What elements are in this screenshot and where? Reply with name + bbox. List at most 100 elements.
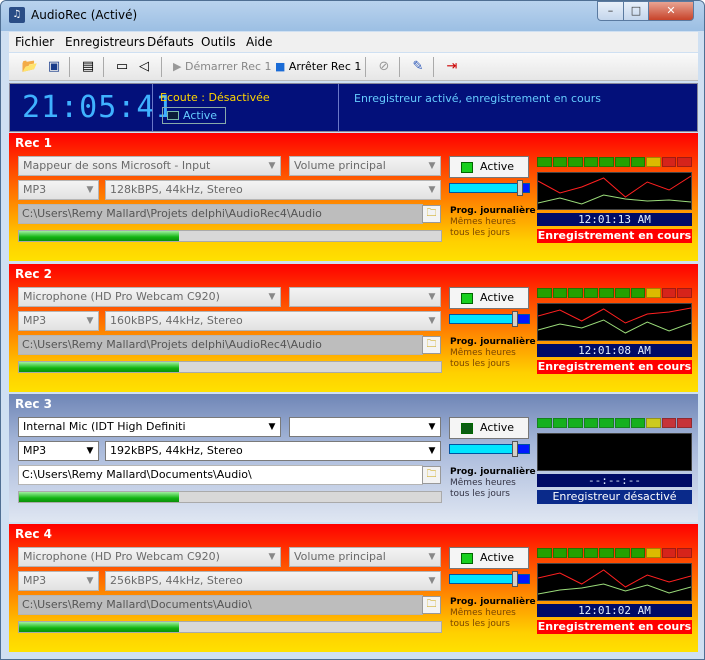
quality-select[interactable]: 128kBPS, 44kHz, Stereo ▼ xyxy=(105,180,441,200)
format-select-value: MP3 xyxy=(23,314,47,327)
menu-aide[interactable]: Aide xyxy=(246,35,273,49)
schedule-line: Mêmes heures xyxy=(450,608,516,618)
vu-segment xyxy=(614,157,630,167)
toolbar-separator xyxy=(161,57,162,77)
status-divider xyxy=(338,84,339,132)
title-bar[interactable]: ♫ AudioRec (Activé) – □ ✕ xyxy=(1,1,704,31)
channel-select[interactable]: Volume principal ▼ xyxy=(289,156,441,176)
display-icon[interactable]: ▭ xyxy=(113,58,131,76)
schedule-line: tous les jours xyxy=(450,619,510,629)
menu-defauts[interactable]: Défauts xyxy=(147,35,194,49)
device-select[interactable]: Microphone (HD Pro Webcam C920) ▼ xyxy=(18,547,281,567)
schedule-info: Prog. journalière Mêmes heures tous les jo… xyxy=(450,206,536,239)
minimize-button[interactable]: – xyxy=(597,1,624,21)
format-select[interactable]: MP3 ▼ xyxy=(18,441,99,461)
format-select[interactable]: MP3 ▼ xyxy=(18,311,99,331)
start-rec-label: Démarrer Rec 1 xyxy=(184,60,272,73)
vu-segment xyxy=(599,288,614,298)
device-select[interactable]: Microphone (HD Pro Webcam C920) ▼ xyxy=(18,287,281,307)
quality-select[interactable]: 256kBPS, 44kHz, Stereo ▼ xyxy=(105,571,441,591)
no-entry-icon[interactable]: ⊘ xyxy=(375,58,393,76)
volume-slider[interactable] xyxy=(449,441,530,457)
schedule-line: tous les jours xyxy=(450,359,510,369)
save-icon[interactable]: ▣ xyxy=(45,58,63,76)
vu-segment xyxy=(630,157,646,167)
window-title: AudioRec (Activé) xyxy=(31,8,138,22)
vu-segment xyxy=(661,288,677,298)
recorder-active-label: Active xyxy=(480,551,515,564)
stop-icon: ■ xyxy=(275,60,286,73)
speaker-icon[interactable]: ◁ xyxy=(135,58,153,76)
stop-rec-button[interactable]: ■ Arrêter Rec 1 xyxy=(275,57,361,77)
recorder-state: Enregistrement en cours xyxy=(537,360,692,374)
chevron-down-icon: ▼ xyxy=(428,422,436,432)
quality-select[interactable]: 160kBPS, 44kHz, Stereo ▼ xyxy=(105,311,441,331)
recorder-active-button[interactable]: Active xyxy=(449,156,529,178)
output-path-field[interactable]: C:\Users\Remy Mallard\Projets delphi\Aud… xyxy=(18,335,423,355)
volume-slider[interactable] xyxy=(449,180,530,196)
channel-select[interactable]: ▼ xyxy=(289,417,441,437)
volume-slider[interactable] xyxy=(449,311,530,327)
maximize-button[interactable]: □ xyxy=(623,1,649,21)
toolbar-separator xyxy=(103,57,104,77)
vu-segment xyxy=(646,157,661,167)
recorder-title: Rec 4 xyxy=(15,527,53,541)
menu-outils[interactable]: Outils xyxy=(201,35,236,49)
channel-select-value: Volume principal xyxy=(294,159,386,172)
listen-active-button[interactable]: Active xyxy=(162,107,226,124)
recorder-panel: Rec 1 Mappeur de sons Microsoft - Input ▼… xyxy=(9,133,698,261)
tools-icon[interactable]: ✎ xyxy=(409,58,427,76)
recorder-active-button[interactable]: Active xyxy=(449,287,529,309)
quality-select[interactable]: 192kBPS, 44kHz, Stereo ▼ xyxy=(105,441,441,461)
start-rec-button[interactable]: ▶ Démarrer Rec 1 xyxy=(173,57,272,77)
menu-fichier[interactable]: Fichier xyxy=(15,35,54,49)
vu-segment xyxy=(661,418,677,428)
recorder-active-button[interactable]: Active xyxy=(449,417,529,439)
chevron-down-icon: ▼ xyxy=(428,576,436,586)
vu-meter xyxy=(537,157,692,167)
recorder-active-button[interactable]: Active xyxy=(449,547,529,569)
browse-folder-icon[interactable]: 🗀 xyxy=(422,205,441,223)
volume-slider-knob[interactable] xyxy=(511,311,518,327)
menu-enregistreurs[interactable]: Enregistreurs xyxy=(65,35,145,49)
volume-slider-knob[interactable] xyxy=(511,441,518,457)
vu-meter xyxy=(537,288,692,298)
schedule-info: Prog. journalière Mêmes heures tous les jo… xyxy=(450,337,536,370)
schedule-info: Prog. journalière Mêmes heures tous les jo… xyxy=(450,597,536,630)
settings-doc-icon[interactable]: ▤ xyxy=(79,58,97,76)
device-select-value: Microphone (HD Pro Webcam C920) xyxy=(23,290,220,303)
volume-slider[interactable] xyxy=(449,571,530,587)
format-select[interactable]: MP3 ▼ xyxy=(18,571,99,591)
format-select[interactable]: MP3 ▼ xyxy=(18,180,99,200)
vu-segment xyxy=(583,418,599,428)
channel-select[interactable]: Volume principal ▼ xyxy=(289,547,441,567)
channel-select[interactable]: ▼ xyxy=(289,287,441,307)
vu-segment xyxy=(568,548,583,558)
volume-slider-knob[interactable] xyxy=(511,571,518,587)
device-select[interactable]: Internal Mic (IDT High Definiti ▼ xyxy=(18,417,281,437)
output-path-field[interactable]: C:\Users\Remy Mallard\Documents\Audio\ xyxy=(18,465,423,485)
close-button[interactable]: ✕ xyxy=(648,1,694,21)
volume-slider-knob[interactable] xyxy=(516,180,523,196)
recorder-state: Enregistreur désactivé xyxy=(537,490,692,504)
recorder-time: 12:01:13 AM xyxy=(537,213,692,226)
output-path-field[interactable]: C:\Users\Remy Mallard\Documents\Audio\ xyxy=(18,595,423,615)
output-path-field[interactable]: C:\Users\Remy Mallard\Projets delphi\Aud… xyxy=(18,204,423,224)
recorder-panel: Rec 4 Microphone (HD Pro Webcam C920) ▼ V… xyxy=(9,524,698,652)
chevron-down-icon: ▼ xyxy=(428,552,436,562)
browse-folder-icon[interactable]: 🗀 xyxy=(422,336,441,354)
vu-segment xyxy=(552,157,568,167)
browse-folder-icon[interactable]: 🗀 xyxy=(422,596,441,614)
level-graph xyxy=(537,433,692,471)
format-select-value: MP3 xyxy=(23,183,47,196)
exit-icon[interactable]: ⇥ xyxy=(443,58,461,76)
device-select[interactable]: Mappeur de sons Microsoft - Input ▼ xyxy=(18,156,281,176)
vu-segment xyxy=(646,288,661,298)
vu-segment xyxy=(599,157,614,167)
browse-folder-icon[interactable]: 🗀 xyxy=(422,466,441,484)
schedule-label: Prog. journalière xyxy=(450,467,536,477)
vu-segment xyxy=(583,157,599,167)
open-folder-icon[interactable]: 📂 xyxy=(21,58,39,76)
recorder-panel: Rec 3 Internal Mic (IDT High Definiti ▼ ▼… xyxy=(9,394,698,522)
waveform-right-line xyxy=(537,194,692,205)
